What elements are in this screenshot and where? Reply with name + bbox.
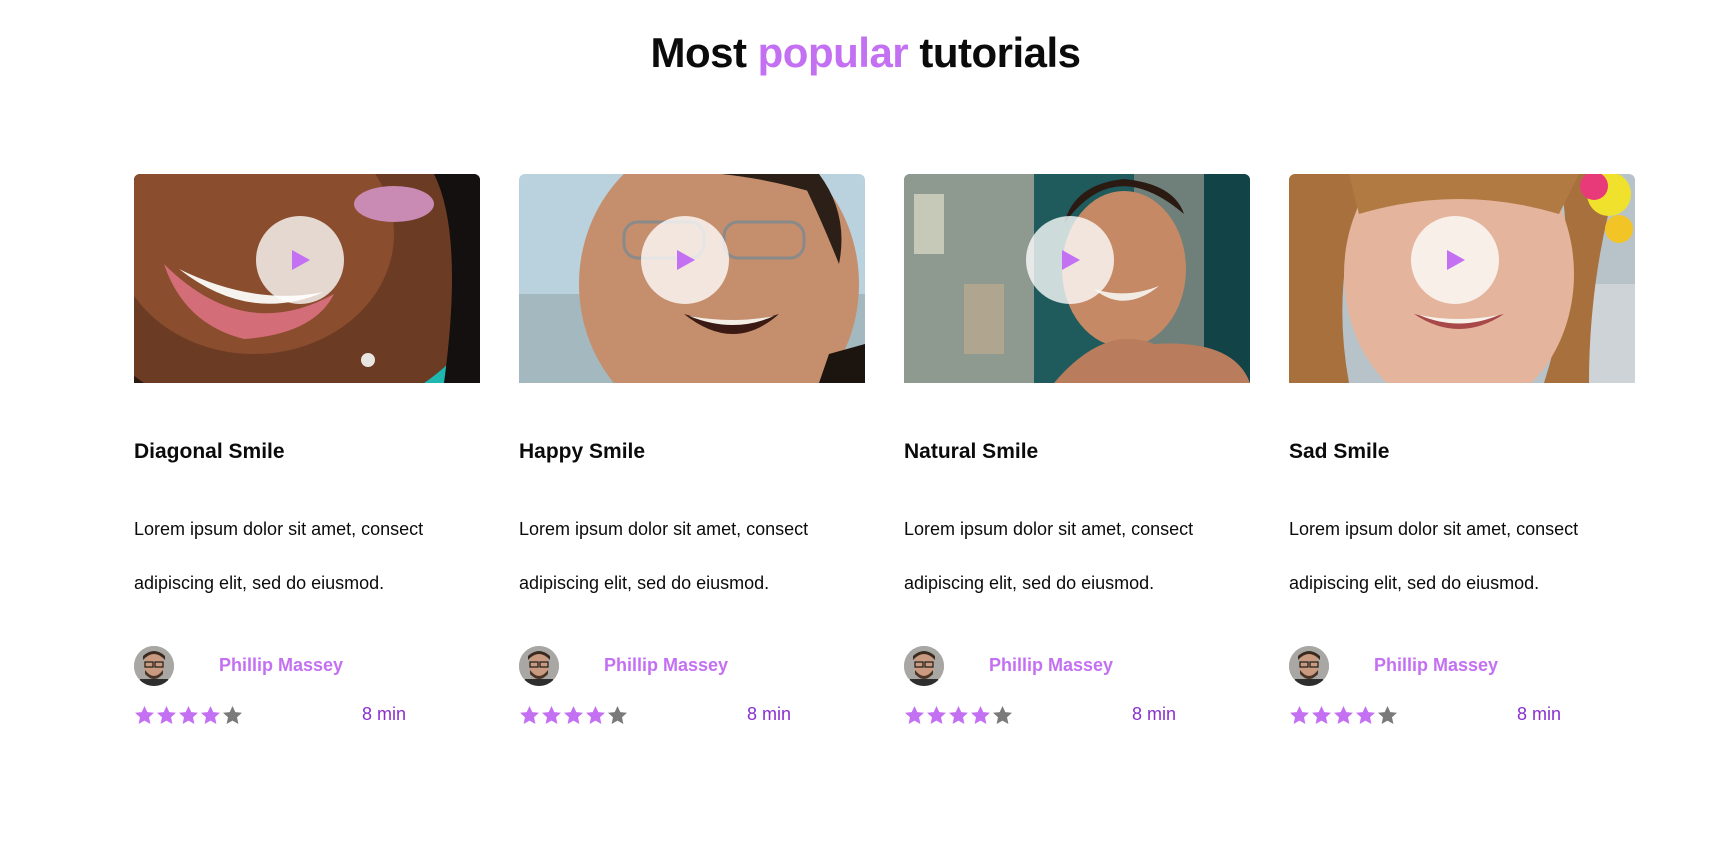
star-filled-icon xyxy=(157,706,176,724)
description-line: Lorem ipsum dolor sit amet, consect xyxy=(519,519,809,539)
heading-accent: popular xyxy=(757,29,909,76)
star-filled-icon xyxy=(949,706,968,724)
author-photo xyxy=(134,646,174,686)
tutorial-card[interactable]: Natural Smile Lorem ipsum dolor sit amet… xyxy=(904,174,1250,724)
star-filled-icon xyxy=(201,706,220,724)
rating-stars xyxy=(519,705,628,726)
star-filled-icon xyxy=(905,706,924,724)
author-avatar[interactable] xyxy=(134,646,174,686)
description-line: Lorem ipsum dolor sit amet, consect xyxy=(904,519,1194,539)
description-line: adipiscing elit, sed do eiusmod. xyxy=(519,573,770,593)
author-name[interactable]: Phillip Massey xyxy=(989,655,1113,676)
author-avatar[interactable] xyxy=(519,646,559,686)
author-photo xyxy=(519,646,559,686)
description-line: adipiscing elit, sed do eiusmod. xyxy=(134,573,385,593)
tutorial-title[interactable]: Natural Smile xyxy=(904,440,1038,464)
play-icon xyxy=(677,250,695,270)
description-line: adipiscing elit, sed do eiusmod. xyxy=(1289,573,1540,593)
tutorial-description: Lorem ipsum dolor sit amet, consect adip… xyxy=(904,502,1250,610)
star-filled-icon xyxy=(1356,706,1375,724)
play-icon xyxy=(292,250,310,270)
star-filled-icon xyxy=(520,706,539,724)
heading-word-most: Most xyxy=(650,29,747,76)
star-filled-icon xyxy=(1312,706,1331,724)
tutorial-description: Lorem ipsum dolor sit amet, consect adip… xyxy=(519,502,865,610)
star-filled-icon xyxy=(1290,706,1309,724)
tutorial-duration: 8 min xyxy=(362,704,407,724)
rating-stars xyxy=(134,705,243,726)
author-photo xyxy=(904,646,944,686)
star-filled-icon xyxy=(564,706,583,724)
description-line: adipiscing elit, sed do eiusmod. xyxy=(904,573,1155,593)
tutorial-thumbnail[interactable] xyxy=(134,174,480,383)
play-button[interactable] xyxy=(1411,216,1499,304)
star-filled-icon xyxy=(135,706,154,724)
rating-stars xyxy=(904,705,1013,726)
tutorial-description: Lorem ipsum dolor sit amet, consect adip… xyxy=(1289,502,1635,610)
description-line: Lorem ipsum dolor sit amet, consect xyxy=(1289,519,1579,539)
star-filled-icon xyxy=(542,706,561,724)
star-empty-icon xyxy=(1378,706,1397,724)
star-empty-icon xyxy=(993,706,1012,724)
tutorial-duration: 8 min xyxy=(1517,704,1562,724)
section-heading: Most popular tutorials xyxy=(0,28,1731,78)
author-avatar[interactable] xyxy=(904,646,944,686)
tutorial-card[interactable]: Happy Smile Lorem ipsum dolor sit amet, … xyxy=(519,174,865,724)
star-filled-icon xyxy=(179,706,198,724)
author-name[interactable]: Phillip Massey xyxy=(1374,655,1498,676)
play-icon xyxy=(1447,250,1465,270)
heading-word-tutorials: tutorials xyxy=(919,29,1081,76)
play-button[interactable] xyxy=(256,216,344,304)
tutorial-title[interactable]: Happy Smile xyxy=(519,440,645,464)
rating-stars xyxy=(1289,705,1398,726)
tutorial-thumbnail[interactable] xyxy=(1289,174,1635,383)
star-filled-icon xyxy=(971,706,990,724)
author-name[interactable]: Phillip Massey xyxy=(219,655,343,676)
star-filled-icon xyxy=(1334,706,1353,724)
tutorial-duration: 8 min xyxy=(1132,704,1177,724)
play-button[interactable] xyxy=(641,216,729,304)
star-empty-icon xyxy=(223,706,242,724)
tutorial-thumbnail[interactable] xyxy=(904,174,1250,383)
play-icon xyxy=(1062,250,1080,270)
star-empty-icon xyxy=(608,706,627,724)
star-filled-icon xyxy=(927,706,946,724)
tutorial-duration: 8 min xyxy=(747,704,792,724)
author-photo xyxy=(1289,646,1329,686)
play-button[interactable] xyxy=(1026,216,1114,304)
star-filled-icon xyxy=(586,706,605,724)
tutorial-title[interactable]: Sad Smile xyxy=(1289,440,1389,464)
tutorial-thumbnail[interactable] xyxy=(519,174,865,383)
tutorial-card[interactable]: Sad Smile Lorem ipsum dolor sit amet, co… xyxy=(1289,174,1635,724)
author-avatar[interactable] xyxy=(1289,646,1329,686)
description-line: Lorem ipsum dolor sit amet, consect xyxy=(134,519,424,539)
author-name[interactable]: Phillip Massey xyxy=(604,655,728,676)
tutorial-description: Lorem ipsum dolor sit amet, consect adip… xyxy=(134,502,480,610)
tutorial-title[interactable]: Diagonal Smile xyxy=(134,440,285,464)
tutorial-card[interactable]: Diagonal Smile Lorem ipsum dolor sit ame… xyxy=(134,174,480,724)
